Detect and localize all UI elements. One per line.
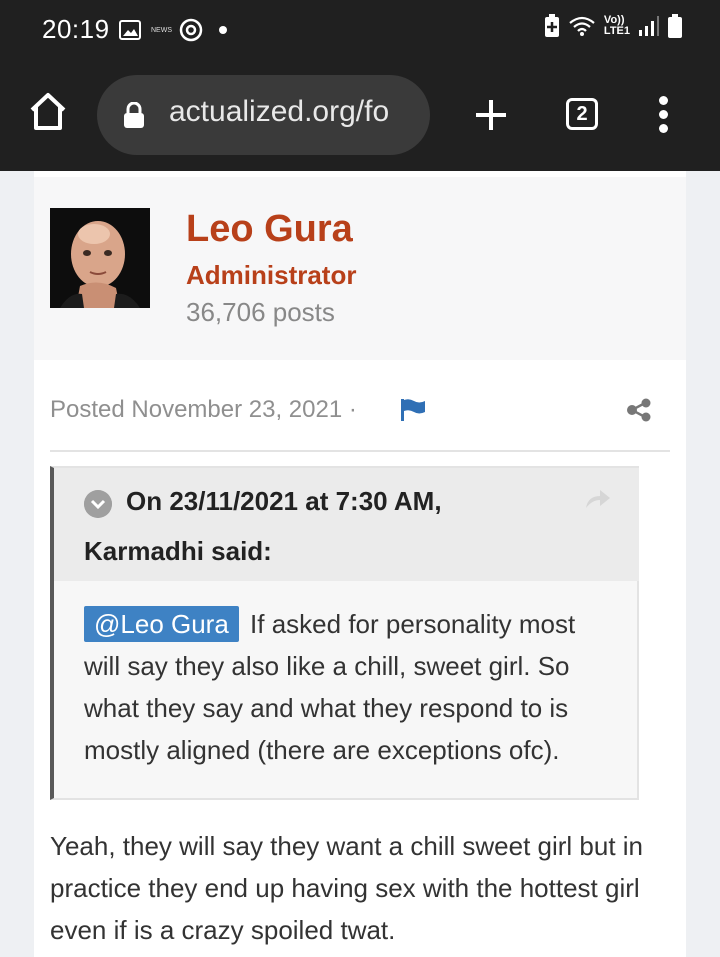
- home-icon[interactable]: [28, 90, 68, 134]
- avatar-image: [50, 208, 150, 308]
- report-flag-icon[interactable]: [399, 398, 427, 422]
- meta-divider: [50, 450, 670, 452]
- author-avatar[interactable]: [50, 208, 150, 308]
- author-post-count: 36,706 posts: [186, 297, 335, 327]
- sync-icon: [179, 18, 203, 42]
- chevron-down-icon[interactable]: [84, 490, 112, 518]
- quote-citation-date: On 23/11/2021 at 7:30 AM,: [126, 486, 442, 516]
- address-bar[interactable]: actualized.org/fo: [97, 75, 430, 155]
- notification-dot: [219, 26, 227, 34]
- browser-chrome: 20:19 NEWS Vo)) LTE1 actualized.org/fo 2: [0, 0, 720, 171]
- quote-block: On 23/11/2021 at 7:30 AM, Karmadhi said:…: [50, 466, 639, 800]
- url-text[interactable]: actualized.org/fo: [169, 95, 389, 129]
- lock-icon: [124, 102, 144, 128]
- status-left-icons: NEWS: [119, 18, 227, 42]
- tab-switcher-button[interactable]: 2: [566, 98, 598, 130]
- go-to-quoted-post-icon[interactable]: [584, 488, 612, 510]
- image-icon: [119, 20, 141, 40]
- browser-toolbar: actualized.org/fo 2: [0, 62, 720, 170]
- author-name[interactable]: Leo Gura: [186, 208, 353, 251]
- quote-body: @Leo Gura If asked for personality most …: [84, 603, 614, 771]
- signal-icon: [639, 16, 659, 36]
- quote-header: On 23/11/2021 at 7:30 AM, Karmadhi said:: [54, 468, 639, 581]
- battery-saver-icon: [544, 14, 559, 37]
- battery-icon: [668, 14, 682, 38]
- wifi-icon: [569, 16, 595, 36]
- share-icon[interactable]: [626, 398, 652, 422]
- status-bar: 20:19 NEWS Vo)) LTE1: [0, 0, 720, 60]
- post-body: Yeah, they will say they want a chill sw…: [50, 831, 644, 945]
- status-time: 20:19: [42, 14, 110, 44]
- status-right-icons: Vo)) LTE1: [544, 14, 682, 38]
- new-tab-icon[interactable]: [474, 98, 508, 132]
- author-role: Administrator: [186, 260, 357, 290]
- network-type-label: Vo)) LTE1: [603, 14, 630, 37]
- quote-citation-author: Karmadhi said:: [84, 536, 272, 566]
- user-mention[interactable]: @Leo Gura: [84, 606, 239, 642]
- news-icon: NEWS: [151, 26, 172, 34]
- post-date: Posted November 23, 2021 ·: [50, 396, 357, 423]
- more-menu-icon[interactable]: [656, 96, 670, 136]
